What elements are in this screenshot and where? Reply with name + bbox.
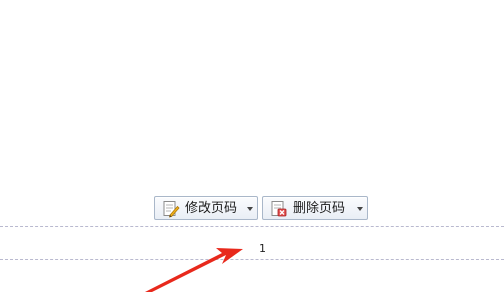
red-pointer-arrow-icon xyxy=(145,248,243,292)
document-page: 修改页码 删除页码 1 xyxy=(0,0,504,292)
